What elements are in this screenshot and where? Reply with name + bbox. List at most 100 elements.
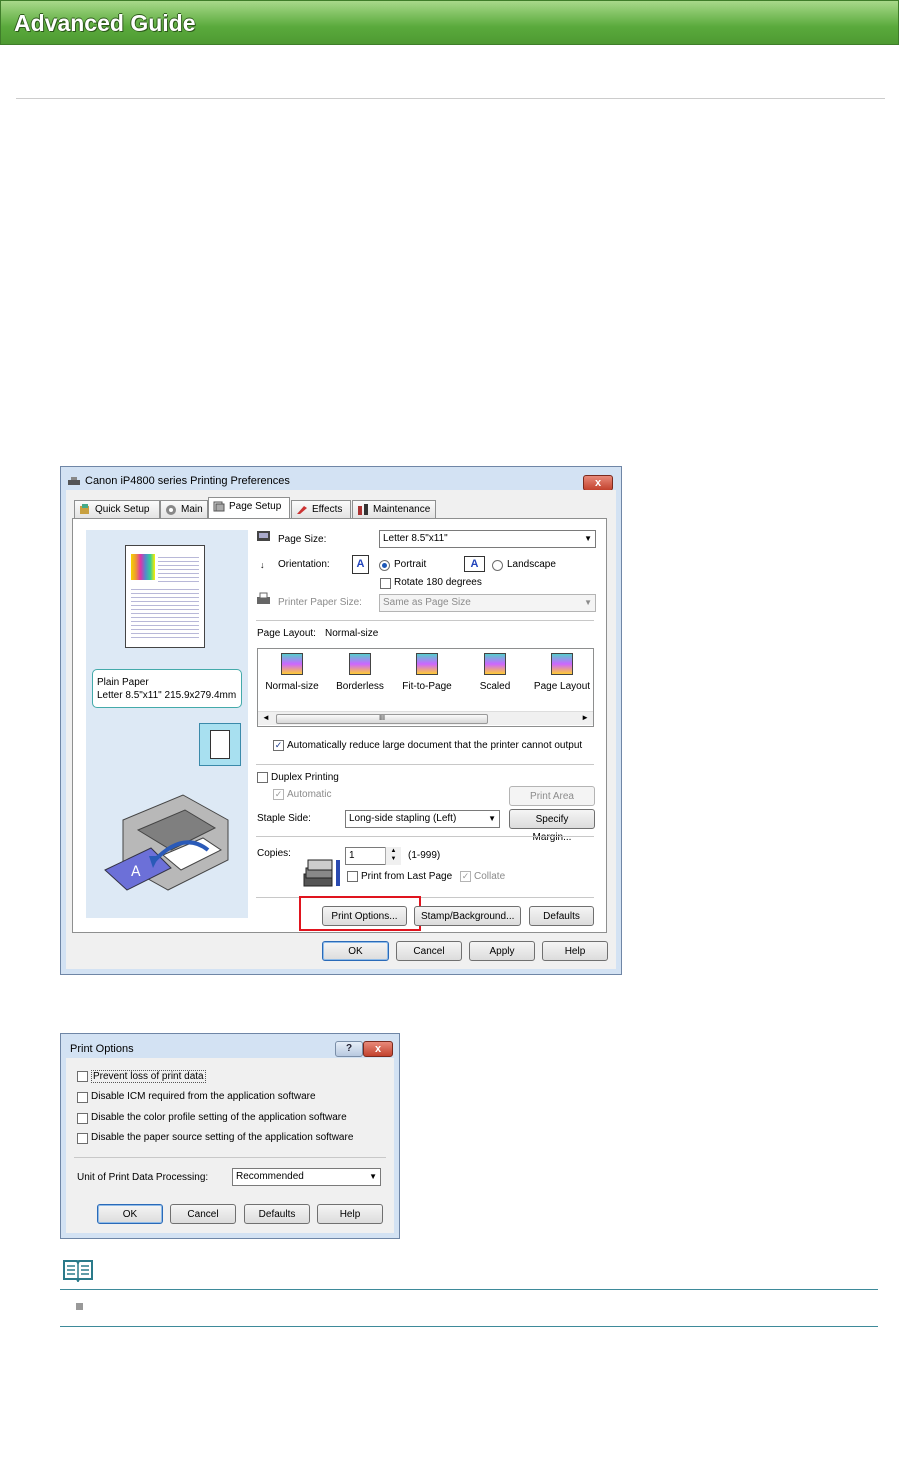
maintenance-icon — [358, 504, 368, 515]
effects-icon — [297, 506, 307, 514]
tab-label: Maintenance — [373, 504, 431, 515]
auto-reduce-checkbox[interactable]: ✓ — [273, 740, 284, 751]
layout-borderless[interactable]: Borderless — [328, 653, 392, 692]
paper-size-text: Letter 8.5"x11" 215.9x279.4mm — [97, 690, 237, 701]
defaults-button[interactable]: Defaults — [529, 906, 594, 926]
layout-label: Normal-size — [265, 681, 319, 692]
page-layout-label: Page Layout: — [257, 628, 316, 639]
guide-title: Advanced Guide — [14, 10, 196, 36]
cancel-button[interactable]: Cancel — [396, 941, 462, 961]
quick-setup-icon — [80, 504, 89, 514]
help-button[interactable]: Help — [542, 941, 608, 961]
page-size-select[interactable]: Letter 8.5"x11" ▼ — [379, 530, 596, 548]
borderless-icon — [349, 653, 371, 675]
tab-main[interactable]: Main — [160, 500, 208, 518]
duplex-printing-checkbox[interactable] — [257, 772, 268, 783]
paper-type-text: Plain Paper — [97, 677, 149, 688]
automatic-label: Automatic — [287, 789, 332, 800]
print-area-setup-button[interactable]: Print Area Setup... — [509, 786, 595, 820]
chevron-down-icon: ▼ — [584, 598, 592, 607]
unit-processing-select[interactable]: Recommended ▼ — [232, 1168, 381, 1186]
print-from-last-page-checkbox[interactable] — [347, 871, 358, 882]
collate-checkbox[interactable]: ✓ — [460, 871, 471, 882]
apply-button[interactable]: Apply — [469, 941, 535, 961]
ok-button[interactable]: OK — [322, 941, 389, 961]
dialog-close-button[interactable]: x — [363, 1041, 393, 1057]
page-size-label: Page Size: — [278, 534, 327, 545]
orientation-label: Orientation: — [278, 559, 330, 570]
portrait-label: Portrait — [394, 559, 427, 570]
printer-paper-size-select[interactable]: Same as Page Size ▼ — [379, 594, 596, 612]
copies-spinner[interactable]: ▲ ▼ — [385, 847, 401, 865]
landscape-label: Landscape — [507, 559, 556, 570]
prevent-loss-checkbox[interactable] — [77, 1071, 88, 1082]
tab-effects[interactable]: Effects — [291, 500, 351, 518]
disable-color-profile-label: Disable the color profile setting of the… — [91, 1112, 347, 1123]
layout-label: Fit-to-Page — [402, 681, 452, 692]
unit-processing-value: Recommended — [236, 1171, 304, 1182]
collate-label: Collate — [474, 871, 506, 882]
text-lines-right — [158, 554, 199, 582]
note-bullet-icon — [76, 1303, 83, 1310]
tab-maintenance[interactable]: Maintenance — [352, 500, 436, 518]
portrait-radio[interactable] — [379, 560, 390, 571]
disable-color-profile-checkbox[interactable] — [77, 1113, 88, 1124]
staple-side-label: Staple Side: — [257, 813, 311, 824]
scroll-right-icon[interactable]: ► — [581, 713, 589, 722]
highlight-box — [299, 896, 421, 931]
rotate-180-label: Rotate 180 degrees — [394, 577, 482, 588]
page-size-icon — [257, 531, 270, 541]
layout-fit-to-page[interactable]: Fit-to-Page — [395, 653, 459, 692]
layout-horizontal-scrollbar[interactable]: ◄ III ► — [258, 711, 593, 725]
window-title: Canon iP4800 series Printing Preferences — [85, 475, 290, 487]
dialog-cancel-button[interactable]: Cancel — [170, 1204, 236, 1224]
page-layout-value: Normal-size — [325, 628, 379, 639]
disable-icm-label: Disable ICM required from the applicatio… — [91, 1091, 316, 1102]
chevron-down-icon: ▼ — [584, 534, 592, 543]
layout-scaled[interactable]: Scaled — [463, 653, 527, 692]
layout-page-layout[interactable]: Page Layout — [530, 653, 594, 692]
color-bars-image — [131, 554, 155, 580]
stamp-background-button[interactable]: Stamp/Background... — [414, 906, 521, 926]
landscape-a-icon: A — [464, 556, 485, 572]
tab-page-setup[interactable]: Page Setup — [208, 497, 290, 519]
staple-side-select[interactable]: Long-side stapling (Left) ▼ — [345, 810, 500, 828]
help-question-icon[interactable]: ? — [335, 1041, 363, 1057]
printer-illustration-icon: A — [104, 794, 229, 891]
page-layout-icon — [551, 653, 573, 675]
page-setup-icon — [213, 501, 225, 512]
fit-to-page-icon — [416, 653, 438, 675]
section-divider — [256, 764, 594, 765]
scroll-thumb[interactable]: III — [276, 714, 488, 724]
orientation-bullet-icon: ↓ — [260, 560, 265, 570]
printer-paper-size-value: Same as Page Size — [383, 597, 471, 608]
tab-label: Main — [181, 504, 203, 515]
print-from-last-page-label: Print from Last Page — [361, 871, 453, 882]
automatic-checkbox[interactable]: ✓ — [273, 789, 284, 800]
tab-label: Quick Setup — [95, 504, 150, 515]
note-book-icon — [63, 1260, 93, 1282]
dialog-help-button[interactable]: Help — [317, 1204, 383, 1224]
dialog-title: Print Options — [70, 1043, 134, 1055]
portrait-a-icon: A — [352, 555, 369, 574]
disable-paper-source-checkbox[interactable] — [77, 1133, 88, 1144]
svg-text:A: A — [131, 864, 141, 880]
printer-icon — [68, 477, 80, 485]
tab-quick-setup[interactable]: Quick Setup — [74, 500, 160, 518]
disable-icm-checkbox[interactable] — [77, 1092, 88, 1103]
duplex-printing-label: Duplex Printing — [271, 772, 339, 783]
paper-preview-thumbnail — [125, 545, 205, 648]
disable-paper-source-label: Disable the paper source setting of the … — [91, 1132, 354, 1143]
page-size-value: Letter 8.5"x11" — [383, 533, 448, 544]
dialog-defaults-button[interactable]: Defaults — [244, 1204, 310, 1224]
copies-value: 1 — [349, 850, 355, 861]
rotate-180-checkbox[interactable] — [380, 578, 391, 589]
scroll-left-icon[interactable]: ◄ — [262, 713, 270, 722]
dialog-ok-button[interactable]: OK — [97, 1204, 163, 1224]
specify-margin-button[interactable]: Specify Margin... — [509, 809, 595, 843]
layout-normal-size[interactable]: Normal-size — [260, 653, 324, 692]
window-close-button[interactable]: x — [583, 475, 613, 491]
layout-label: Scaled — [479, 681, 511, 692]
landscape-radio[interactable] — [492, 560, 503, 571]
printer-paper-size-icon — [257, 592, 270, 604]
